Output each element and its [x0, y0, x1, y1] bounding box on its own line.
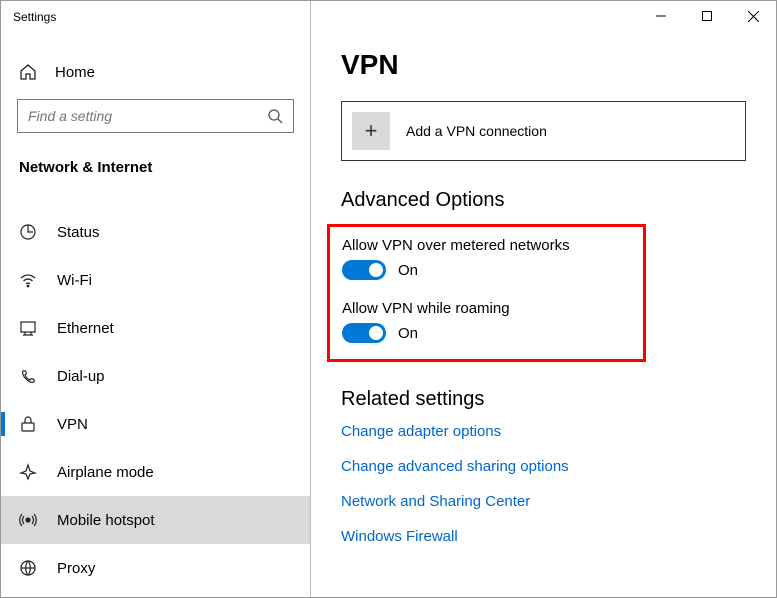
titlebar: Settings	[1, 1, 310, 33]
settings-window: Settings Home Network & Internet	[1, 1, 776, 597]
search-box[interactable]	[17, 99, 294, 133]
search-input[interactable]	[28, 108, 267, 124]
sidebar-item-label: Mobile hotspot	[57, 512, 155, 529]
toggle-metered-state: On	[398, 262, 418, 279]
category-title: Network & Internet	[1, 147, 310, 190]
toggle-roaming-state: On	[398, 325, 418, 342]
highlight-annotation: Allow VPN over metered networks On Allow…	[327, 224, 646, 362]
sidebar-item-airplane[interactable]: Airplane mode	[1, 448, 310, 496]
vpn-icon	[19, 415, 37, 433]
toggle-roaming[interactable]	[342, 323, 386, 343]
sidebar-item-status[interactable]: Status	[1, 208, 310, 256]
link-windows-firewall[interactable]: Windows Firewall	[341, 528, 746, 545]
setting-roaming-label: Allow VPN while roaming	[342, 300, 631, 317]
related-links: Change adapter options Change advanced s…	[341, 423, 746, 545]
home-label: Home	[55, 64, 95, 81]
close-button[interactable]	[730, 1, 776, 31]
nav-list: Status Wi-Fi Ethernet Dial-up	[1, 208, 310, 592]
setting-metered-label: Allow VPN over metered networks	[342, 237, 631, 254]
add-vpn-connection[interactable]: + Add a VPN connection	[341, 101, 746, 161]
add-vpn-label: Add a VPN connection	[406, 123, 547, 139]
sidebar: Settings Home Network & Internet	[1, 1, 311, 597]
home-icon	[19, 63, 37, 81]
sidebar-item-label: Wi-Fi	[57, 272, 92, 289]
sidebar-item-wifi[interactable]: Wi-Fi	[1, 256, 310, 304]
link-adapter-options[interactable]: Change adapter options	[341, 423, 746, 440]
search-icon	[267, 108, 283, 124]
hotspot-icon	[19, 511, 37, 529]
main-content: VPN + Add a VPN connection Advanced Opti…	[311, 1, 776, 597]
proxy-icon	[19, 559, 37, 577]
status-icon	[19, 223, 37, 241]
wifi-icon	[19, 271, 37, 289]
dialup-icon	[19, 367, 37, 385]
nav-home[interactable]: Home	[1, 53, 310, 93]
sidebar-item-label: Airplane mode	[57, 464, 154, 481]
sidebar-item-ethernet[interactable]: Ethernet	[1, 304, 310, 352]
window-controls	[638, 1, 776, 31]
sidebar-item-hotspot[interactable]: Mobile hotspot	[1, 496, 310, 544]
airplane-icon	[19, 463, 37, 481]
page-title: VPN	[341, 49, 746, 81]
sidebar-item-dialup[interactable]: Dial-up	[1, 352, 310, 400]
window-title: Settings	[1, 10, 310, 24]
maximize-button[interactable]	[684, 1, 730, 31]
link-network-sharing-center[interactable]: Network and Sharing Center	[341, 493, 746, 510]
advanced-options-title: Advanced Options	[341, 189, 746, 212]
sidebar-item-label: VPN	[57, 416, 88, 433]
sidebar-item-label: Dial-up	[57, 368, 105, 385]
sidebar-item-label: Proxy	[57, 560, 95, 577]
toggle-metered[interactable]	[342, 260, 386, 280]
sidebar-item-label: Status	[57, 224, 100, 241]
minimize-button[interactable]	[638, 1, 684, 31]
link-advanced-sharing[interactable]: Change advanced sharing options	[341, 458, 746, 475]
sidebar-item-label: Ethernet	[57, 320, 114, 337]
related-settings-title: Related settings	[341, 388, 746, 411]
plus-icon: +	[352, 112, 390, 150]
ethernet-icon	[19, 319, 37, 337]
sidebar-item-vpn[interactable]: VPN	[1, 400, 310, 448]
sidebar-item-proxy[interactable]: Proxy	[1, 544, 310, 592]
